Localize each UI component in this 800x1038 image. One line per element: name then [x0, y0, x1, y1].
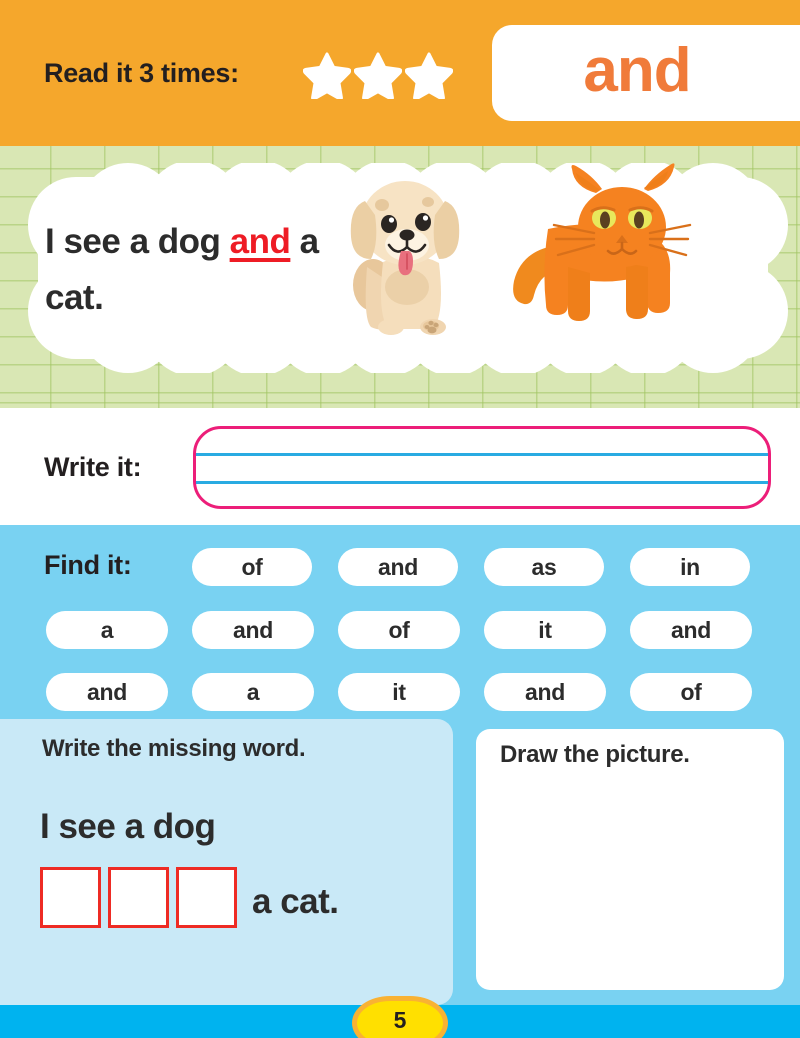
star-icon[interactable]	[303, 51, 351, 99]
page-number: 5	[393, 1007, 407, 1033]
missing-word-panel: Write the missing word. I see a dog a ca…	[0, 719, 453, 1005]
word-pill[interactable]: and	[192, 611, 314, 649]
write-it-label: Write it:	[44, 452, 142, 482]
star-icon[interactable]	[405, 51, 453, 99]
word-pill[interactable]: it	[484, 611, 606, 649]
sentence-highlight-word: and	[229, 222, 291, 261]
letter-box[interactable]	[108, 867, 169, 928]
sight-word-text: and	[583, 35, 691, 105]
reading-sentence: I see a dog and a cat.	[45, 214, 345, 326]
header-bar: Read it 3 times: and	[0, 0, 800, 146]
letter-boxes-row: a cat.	[40, 867, 339, 928]
reading-section: I see a dog and a cat.	[0, 146, 800, 408]
draw-picture-panel[interactable]: Draw the picture.	[476, 729, 784, 990]
word-pill-row: of and as in	[192, 548, 750, 586]
word-pill[interactable]: as	[484, 548, 604, 586]
sight-word-card: and	[492, 25, 800, 121]
letter-box[interactable]	[176, 867, 237, 928]
letter-box[interactable]	[40, 867, 101, 928]
word-pill[interactable]: of	[338, 611, 460, 649]
word-pill[interactable]: of	[630, 673, 752, 711]
read-it-label: Read it 3 times:	[44, 58, 239, 88]
guide-line-bottom	[196, 481, 768, 484]
draw-picture-title: Draw the picture.	[500, 741, 690, 768]
cat-illustration	[513, 163, 692, 321]
word-pill[interactable]: and	[484, 673, 606, 711]
find-it-label: Find it:	[44, 550, 132, 580]
word-pill[interactable]: and	[46, 673, 168, 711]
star-icon[interactable]	[354, 51, 402, 99]
sentence-part-1: I see a dog	[45, 222, 230, 261]
guide-line-top	[196, 453, 768, 456]
word-pill-row: and a it and of	[46, 673, 776, 711]
missing-word-sentence-tail: a cat.	[252, 882, 339, 921]
word-pill[interactable]: a	[46, 611, 168, 649]
missing-word-title: Write the missing word.	[42, 735, 306, 762]
missing-word-sentence-line1: I see a dog	[40, 807, 216, 846]
word-pill[interactable]: and	[630, 611, 752, 649]
star-rating[interactable]	[303, 50, 455, 100]
word-pill[interactable]: a	[192, 673, 314, 711]
page-number-badge: 5	[352, 996, 448, 1038]
handwriting-input[interactable]	[193, 426, 771, 509]
word-pill[interactable]: and	[338, 548, 458, 586]
word-pill[interactable]: in	[630, 548, 750, 586]
word-pill[interactable]: it	[338, 673, 460, 711]
word-pill-row: a and of it and	[46, 611, 776, 649]
worksheet-page: Read it 3 times: and I see a dog and a c…	[0, 0, 800, 1038]
write-it-section: Write it:	[0, 408, 800, 525]
dog-illustration	[350, 181, 460, 335]
word-pill[interactable]: of	[192, 548, 312, 586]
